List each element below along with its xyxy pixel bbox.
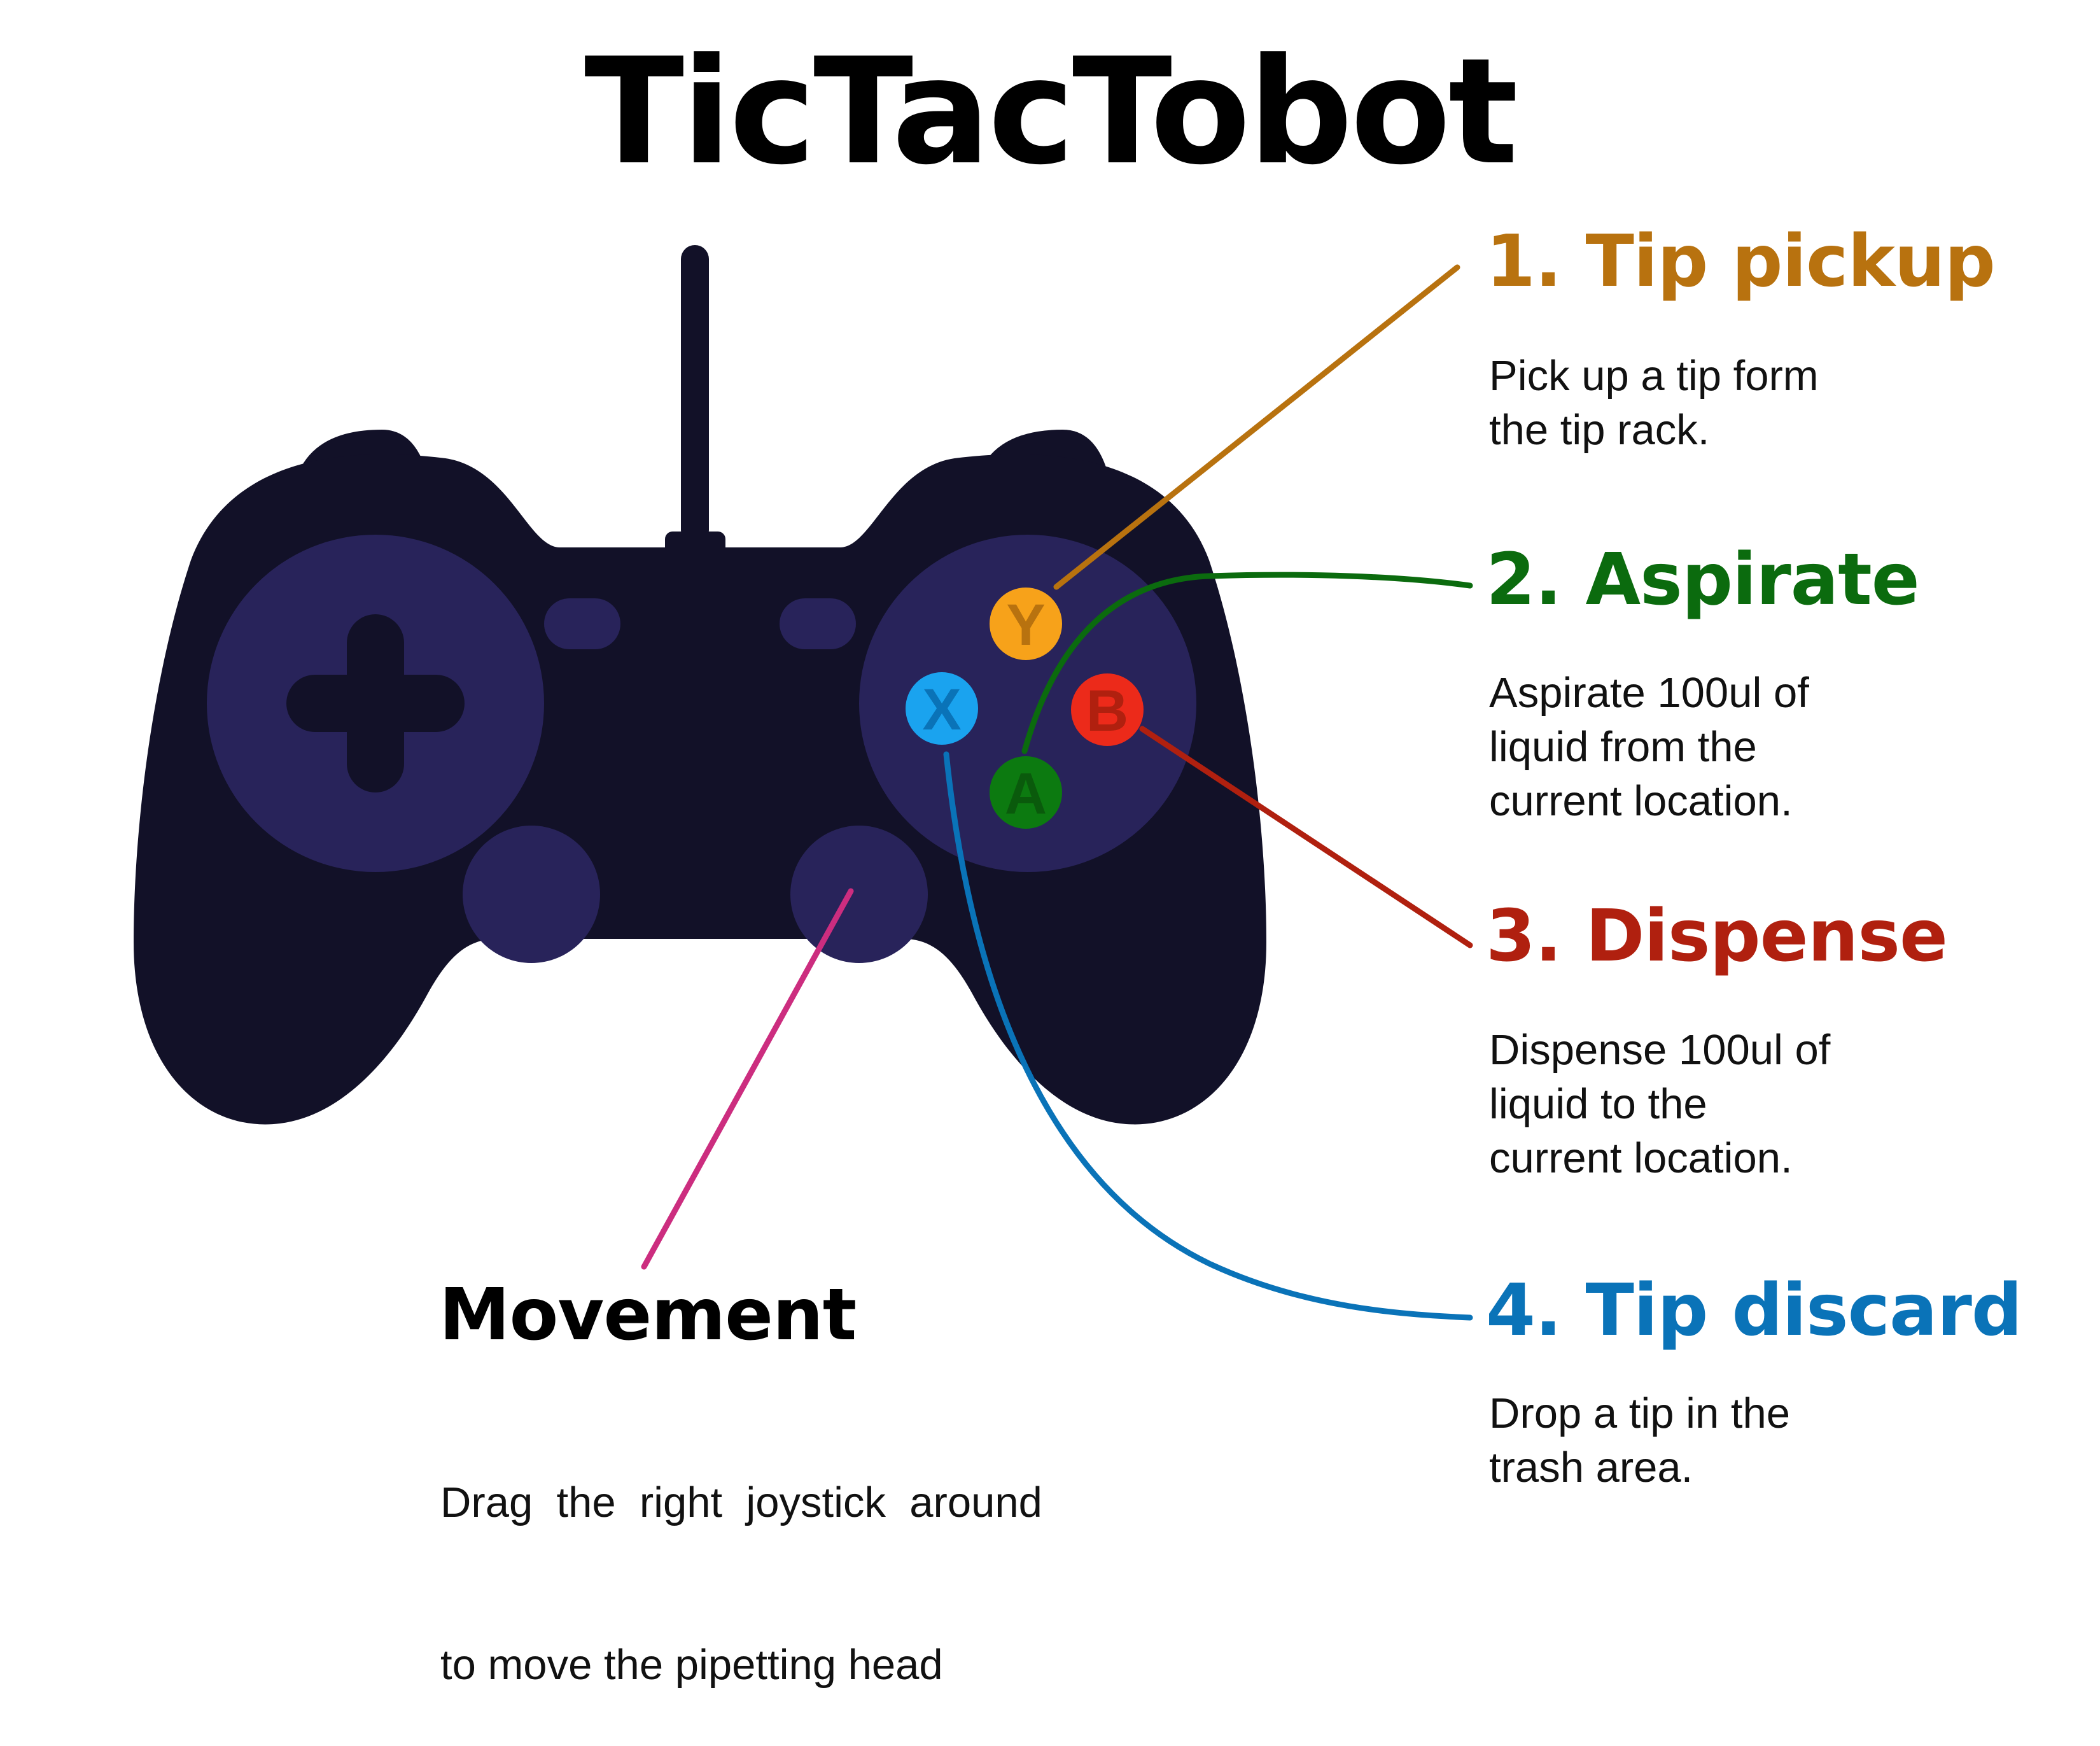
svg-text:A: A (1005, 761, 1047, 826)
desc-movement: Drag the right joystick around to move t… (440, 1367, 1042, 1746)
desc-line: current location. (1489, 777, 1793, 825)
cable-icon (681, 245, 709, 544)
page-title: TicTacTobot (584, 27, 1518, 197)
heading-movement: Movement (439, 1274, 857, 1356)
desc-line: Aspirate 100ul of (1489, 669, 1809, 717)
desc-tip-discard: Drop a tip in the trash area. (1489, 1386, 1790, 1495)
button-a[interactable]: A (990, 756, 1062, 829)
svg-text:X: X (922, 677, 961, 742)
desc-line: Drag the right joystick around (440, 1479, 1042, 1526)
desc-line: liquid to the (1489, 1080, 1707, 1128)
desc-line: trash area. (1489, 1444, 1693, 1491)
connector-tip-pickup (1053, 264, 1460, 590)
desc-tip-pickup: Pick up a tip form the tip rack. (1489, 349, 1819, 457)
connector-movement (641, 888, 854, 1270)
heading-tip-discard: 4. Tip discard (1486, 1269, 2022, 1352)
heading-dispense: 3. Dispense (1486, 895, 1948, 978)
desc-line: Drop a tip in the (1489, 1390, 1790, 1437)
desc-line: Dispense 100ul of (1489, 1026, 1831, 1074)
desc-line: current location. (1489, 1134, 1793, 1182)
button-x[interactable]: X (906, 672, 978, 745)
desc-line: Pick up a tip form (1489, 352, 1819, 400)
desc-line: to move the pipetting head (440, 1641, 943, 1689)
desc-line: the tip rack. (1489, 406, 1710, 454)
desc-line: liquid from the (1489, 723, 1757, 771)
heading-aspirate: 2. Aspirate (1486, 539, 1920, 621)
svg-text:B: B (1086, 679, 1128, 743)
button-y[interactable]: Y (990, 588, 1062, 660)
button-b[interactable]: B (1071, 673, 1144, 746)
heading-tip-pickup: 1. Tip pickup (1486, 220, 1996, 303)
desc-aspirate: Aspirate 100ul of liquid from the curren… (1489, 666, 1809, 828)
desc-dispense: Dispense 100ul of liquid to the current … (1489, 1023, 1830, 1185)
svg-text:Y: Y (1006, 593, 1045, 658)
